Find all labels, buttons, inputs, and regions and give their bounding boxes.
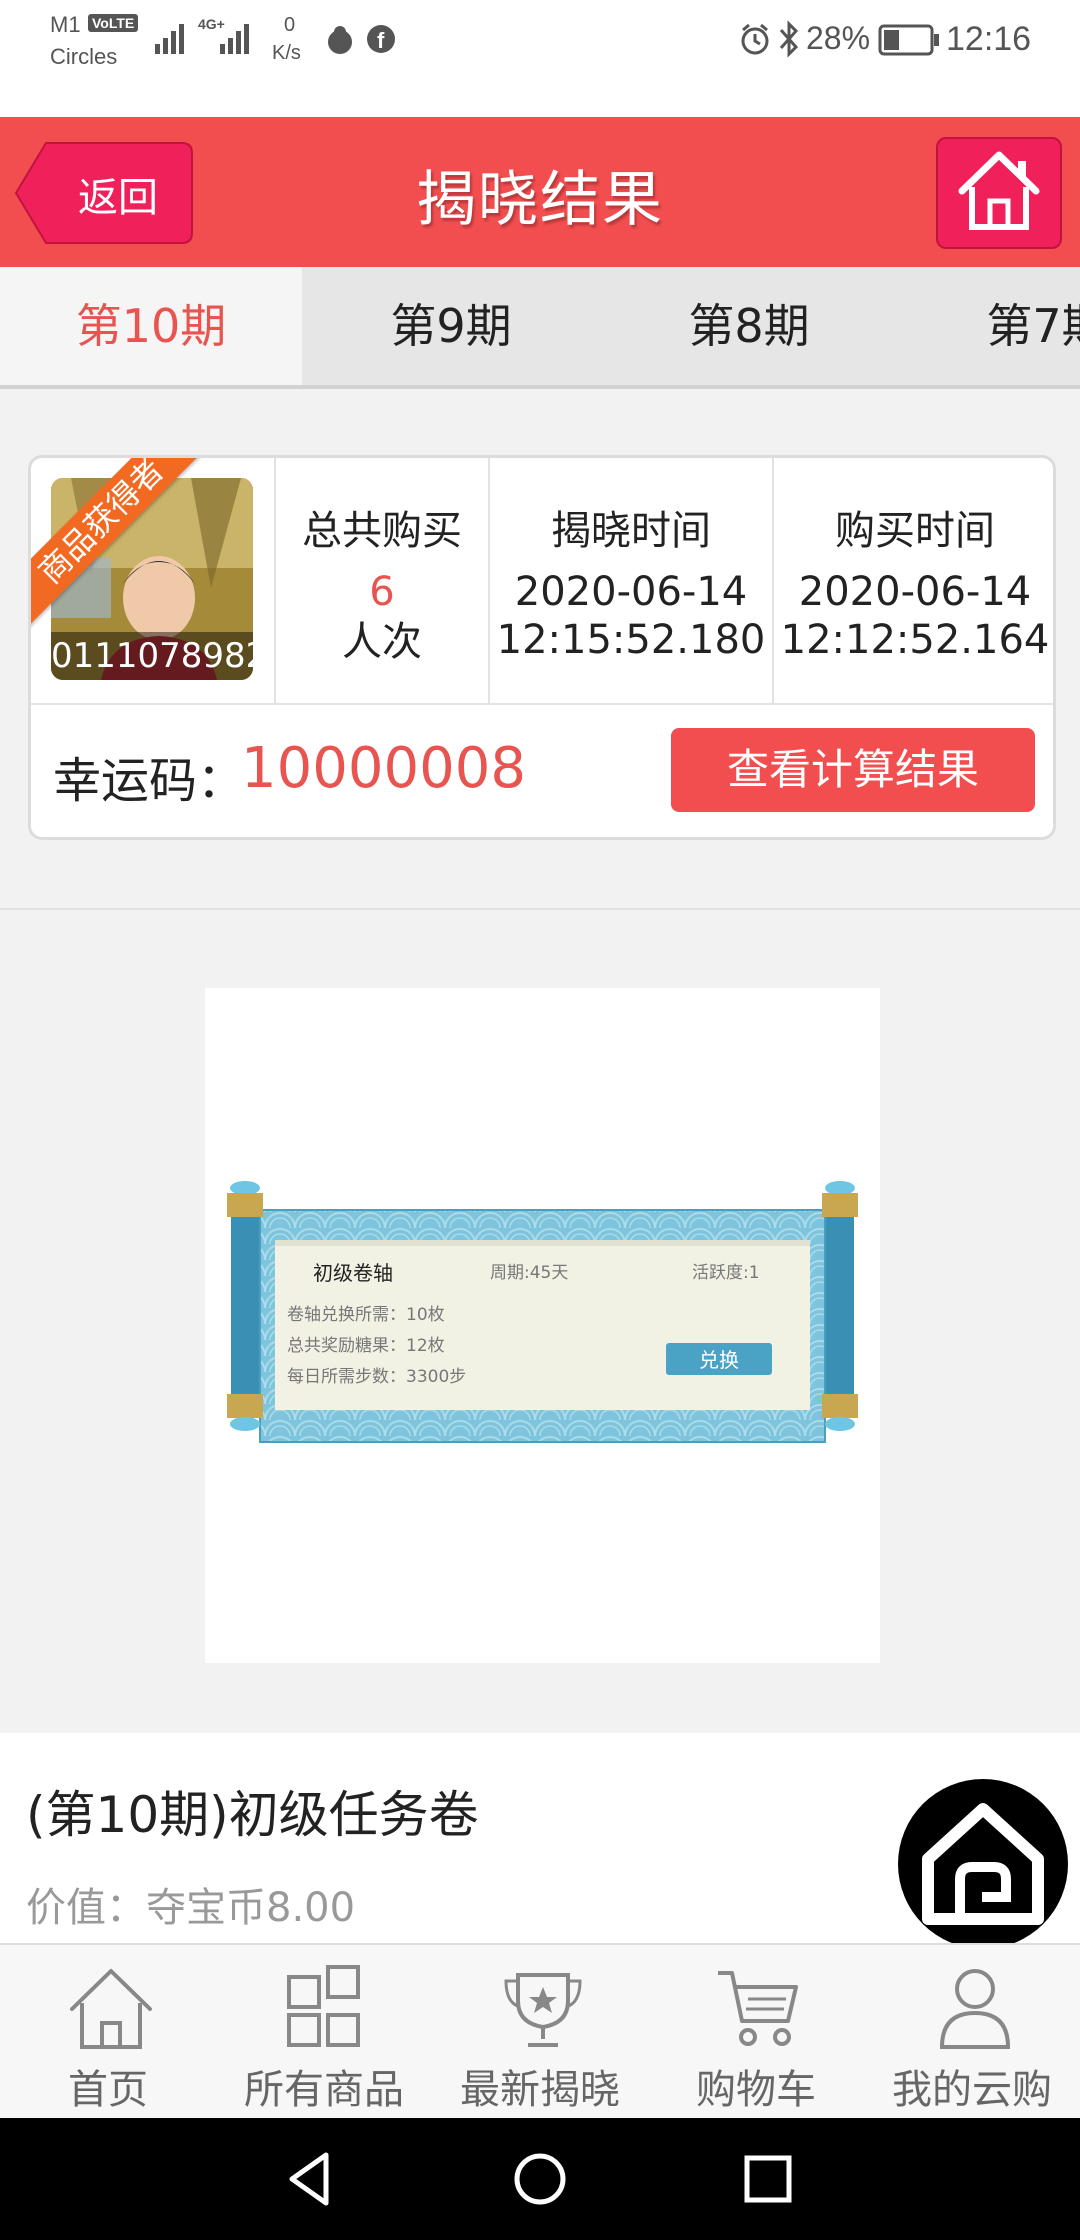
speed-unit: K/s	[272, 42, 301, 64]
nav-latest-reveal-label: 最新揭晓	[460, 2067, 620, 2113]
winner-card: 01110789826 商品获得者 总共购买 6 人次 揭晓时间 2020-06…	[28, 455, 1056, 840]
reveal-date: 2020-06-14	[514, 569, 748, 615]
floating-home-button[interactable]	[898, 1779, 1068, 1949]
scroll-line-3: 每日所需步数：3300步	[287, 1367, 466, 1387]
page-title: 揭晓结果	[416, 165, 664, 235]
grid-icon	[287, 1965, 360, 2047]
nav-cart[interactable]: 购物车	[648, 1945, 864, 2120]
home-circle-icon[interactable]	[510, 2149, 570, 2209]
total-purchase-unit: 人次	[342, 619, 422, 665]
volte-badge: VoLTE	[88, 14, 139, 32]
scroll-graphic: 初级卷轴 周期:45天 活跃度:1 卷轴兑换所需：10枚 总共奖励糖果：12枚 …	[227, 1181, 858, 1443]
divider	[31, 703, 1053, 705]
product-image[interactable]: 初级卷轴 周期:45天 活跃度:1 卷轴兑换所需：10枚 总共奖励糖果：12枚 …	[205, 988, 880, 1663]
home-icon	[922, 1803, 1044, 1925]
scroll-period: 周期:45天	[490, 1263, 568, 1283]
tab-period-10[interactable]: 第10期	[0, 267, 302, 385]
view-calculation-button[interactable]: 查看计算结果	[671, 728, 1035, 812]
nav-home[interactable]: 首页	[0, 1945, 216, 2120]
scroll-right-roller	[822, 1181, 858, 1431]
bottom-nav: 首页 所有商品 最新揭晓 购物车 我的云购	[0, 1943, 1080, 2120]
battery-icon	[878, 24, 939, 56]
scroll-line-1: 卷轴兑换所需：10枚	[287, 1305, 445, 1325]
lucky-code: 10000008	[241, 736, 527, 801]
nav-all-products-label: 所有商品	[244, 2067, 404, 2113]
clock: 12:16	[946, 20, 1032, 58]
cart-icon	[718, 1971, 798, 2046]
nav-my-account-label: 我的云购	[892, 2067, 1052, 2113]
header: 返回 揭晓结果	[0, 117, 1080, 267]
trophy-icon	[504, 1973, 582, 2047]
signal-icon-2	[220, 24, 249, 54]
scroll-exchange-label: 兑换	[699, 1348, 739, 1372]
tab-period-8[interactable]: 第8期	[600, 267, 898, 385]
product-title: (第10期)初级任务卷	[26, 1786, 479, 1844]
svg-text:f: f	[377, 28, 385, 53]
product-value: 价值：夺宝币8.00	[26, 1885, 356, 1931]
nav-home-label: 首页	[68, 2067, 148, 2113]
tab-period-9[interactable]: 第9期	[302, 267, 600, 385]
scroll-left-roller	[227, 1181, 263, 1431]
scroll-name: 初级卷轴	[313, 1261, 393, 1285]
nav-cart-label: 购物车	[696, 2067, 816, 2113]
recents-square-icon[interactable]	[738, 2149, 798, 2209]
total-purchase-label: 总共购买	[302, 508, 462, 554]
reveal-time-label: 揭晓时间	[551, 508, 711, 554]
lucky-code-label: 幸运码：	[53, 753, 246, 809]
scroll-activity: 活跃度:1	[692, 1263, 760, 1283]
nav-latest-reveal[interactable]: 最新揭晓	[432, 1945, 648, 2120]
user-icon	[939, 1969, 1011, 2049]
buy-time-label: 购买时间	[835, 508, 995, 554]
winner-user-id: 01110789826	[51, 632, 253, 680]
nav-my-account[interactable]: 我的云购	[864, 1945, 1080, 2120]
home-icon	[70, 1969, 152, 2049]
home-button[interactable]	[936, 137, 1062, 249]
home-icon	[958, 151, 1040, 230]
buy-date: 2020-06-14	[798, 569, 1032, 615]
total-purchase-count: 6	[369, 569, 395, 615]
signal-icon	[155, 24, 184, 54]
tab-period-7[interactable]: 第7期	[898, 267, 1080, 385]
app-notification-icon	[328, 26, 352, 54]
period-tabs: 第10期 第9期 第8期 第7期	[0, 267, 1080, 389]
status-bar: M1 VoLTE Circles 4G+ 0 K/s f 28% 12:16	[0, 0, 1080, 117]
carrier2-label: Circles	[50, 44, 118, 69]
facebook-icon: f	[367, 25, 395, 53]
nav-all-products[interactable]: 所有商品	[216, 1945, 432, 2120]
buy-time: 12:12:52.164	[780, 617, 1050, 663]
scroll-line-2: 总共奖励糖果：12枚	[287, 1336, 445, 1356]
carrier-label: M1	[50, 12, 81, 37]
bluetooth-icon	[779, 20, 799, 58]
product-image-area: 初级卷轴 周期:45天 活跃度:1 卷轴兑换所需：10枚 总共奖励糖果：12枚 …	[0, 908, 1080, 1733]
back-triangle-icon[interactable]	[280, 2149, 340, 2209]
battery-percent: 28%	[806, 20, 871, 56]
reveal-time: 12:15:52.180	[496, 617, 766, 663]
alarm-icon	[741, 23, 769, 55]
speed-value: 0	[284, 14, 296, 36]
system-nav-bar	[0, 2118, 1080, 2240]
